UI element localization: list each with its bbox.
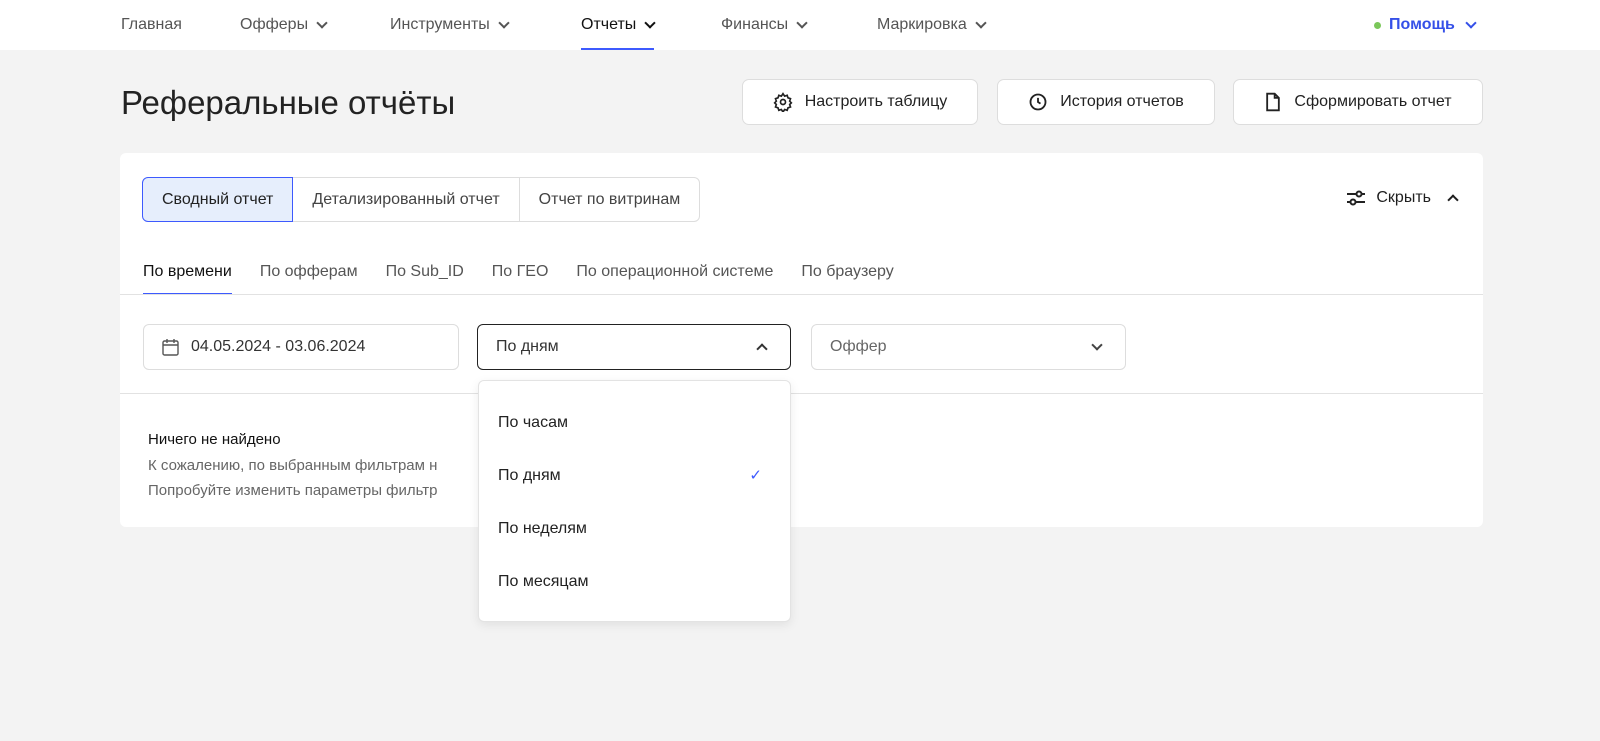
grouping-select[interactable]: По дням xyxy=(477,324,791,370)
nav-label: Инструменты xyxy=(390,16,490,33)
button-label: Настроить таблицу xyxy=(804,93,948,110)
offer-select[interactable]: Оффер xyxy=(811,324,1126,370)
subtab-by-subid[interactable]: По Sub_ID xyxy=(386,261,464,295)
help-menu[interactable]: Помощь xyxy=(1374,0,1477,50)
subtab-by-browser[interactable]: По браузеру xyxy=(801,261,893,295)
button-label: Сформировать отчет xyxy=(1294,93,1452,110)
tab-summary-report[interactable]: Сводный отчет xyxy=(142,177,294,222)
subtab-by-offers[interactable]: По офферам xyxy=(260,261,358,295)
help-label: Помощь xyxy=(1389,16,1455,33)
nav-reports[interactable]: Отчеты xyxy=(581,0,656,50)
nav-label: Отчеты xyxy=(581,16,637,33)
empty-state: Ничего не найдено К сожалению, по выбран… xyxy=(148,427,438,504)
sliders-icon xyxy=(1347,190,1366,206)
option-by-months[interactable]: По месяцам xyxy=(479,562,790,602)
report-history-button[interactable]: История отчетов xyxy=(997,79,1215,125)
empty-hint: Попробуйте изменить параметры фильтр xyxy=(148,482,438,499)
report-card: Сводный отчет Детализированный отчет Отч… xyxy=(120,153,1483,527)
page-title: Реферальные отчёты xyxy=(121,84,456,121)
grouping-value: По дням xyxy=(496,338,559,355)
hide-label: Скрыть xyxy=(1376,189,1431,206)
subtab-by-geo[interactable]: По ГЕО xyxy=(492,261,549,295)
chevron-down-icon xyxy=(796,16,808,29)
button-label: История отчетов xyxy=(1060,93,1184,110)
grouping-dropdown: По часам По дням ✓ По неделям По месяцам xyxy=(478,380,791,622)
chevron-down-icon xyxy=(316,16,328,29)
top-nav: Главная Офферы Инструменты Отчеты Финанс… xyxy=(0,0,1600,50)
option-label: По неделям xyxy=(498,520,587,537)
chevron-down-icon xyxy=(1465,16,1477,29)
clock-icon xyxy=(1029,93,1047,111)
nav-finance[interactable]: Финансы xyxy=(721,0,808,50)
option-by-weeks[interactable]: По неделям xyxy=(479,509,790,549)
chevron-down-icon xyxy=(644,16,656,29)
divider xyxy=(120,393,1483,394)
nav-offers[interactable]: Офферы xyxy=(240,0,328,50)
option-by-days[interactable]: По дням ✓ xyxy=(479,456,790,496)
subtab-by-os[interactable]: По операционной системе xyxy=(576,261,773,295)
nav-marking[interactable]: Маркировка xyxy=(877,0,987,50)
generate-report-button[interactable]: Сформировать отчет xyxy=(1233,79,1483,125)
empty-title: Ничего не найдено xyxy=(148,431,281,448)
configure-table-button[interactable]: Настроить таблицу xyxy=(742,79,978,125)
offer-placeholder: Оффер xyxy=(830,338,887,355)
divider xyxy=(120,294,1483,295)
subtab-by-time[interactable]: По времени xyxy=(143,261,232,295)
nav-tools[interactable]: Инструменты xyxy=(390,0,510,50)
date-range-input[interactable]: 04.05.2024 - 03.06.2024 xyxy=(143,324,459,370)
file-icon xyxy=(1266,92,1281,112)
nav-label: Офферы xyxy=(240,16,309,33)
chevron-down-icon xyxy=(975,16,987,29)
chevron-up-icon xyxy=(756,343,768,355)
chevron-up-icon xyxy=(1447,194,1459,206)
gear-icon xyxy=(773,92,793,112)
nav-label: Финансы xyxy=(721,16,789,33)
nav-home[interactable]: Главная xyxy=(121,0,182,50)
grouping-tabs: По времени По офферам По Sub_ID По ГЕО П… xyxy=(143,261,894,295)
tab-detailed-report[interactable]: Детализированный отчет xyxy=(292,177,520,222)
calendar-icon xyxy=(162,339,179,356)
option-label: По часам xyxy=(498,414,568,431)
check-icon: ✓ xyxy=(749,467,762,484)
chevron-down-icon xyxy=(498,16,510,29)
report-type-tabs: Сводный отчет Детализированный отчет Отч… xyxy=(142,177,701,222)
chevron-down-icon xyxy=(1091,338,1103,351)
date-range-value: 04.05.2024 - 03.06.2024 xyxy=(191,338,366,355)
option-by-hours[interactable]: По часам xyxy=(479,403,790,443)
nav-label: Главная xyxy=(121,16,182,33)
option-label: По дням xyxy=(498,467,561,484)
status-dot xyxy=(1374,21,1381,29)
empty-message: К сожалению, по выбранным фильтрам н xyxy=(148,456,438,474)
hide-filters-button[interactable]: Скрыть xyxy=(1346,189,1459,207)
option-label: По месяцам xyxy=(498,573,589,590)
nav-label: Маркировка xyxy=(877,16,967,33)
tab-showcase-report[interactable]: Отчет по витринам xyxy=(518,177,701,222)
